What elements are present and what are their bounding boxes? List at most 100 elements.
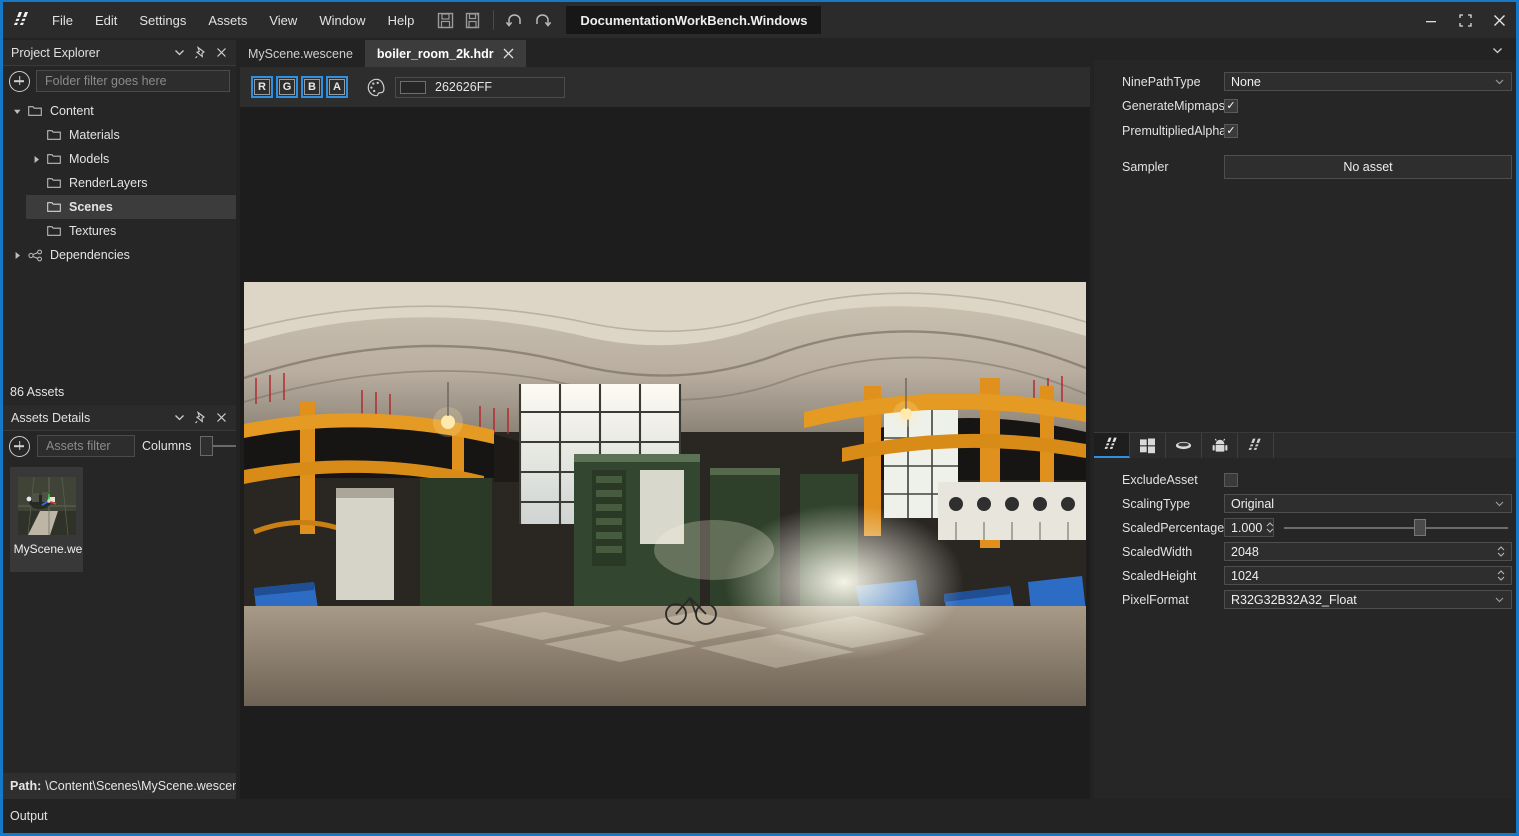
scaledpercentage-slider[interactable] (1284, 518, 1508, 537)
asset-card-myscene[interactable]: MyScene.we (10, 467, 83, 572)
background-color-field[interactable]: 262626FF (395, 77, 565, 98)
property-label: PremultipliedAlpha (1094, 124, 1224, 138)
toolbar-separator (493, 10, 494, 30)
platform-tab-android[interactable] (1202, 433, 1238, 458)
menu-window[interactable]: Window (308, 2, 376, 38)
close-icon[interactable] (503, 48, 514, 59)
menu-view[interactable]: View (258, 2, 308, 38)
scaledheight-input[interactable]: 1024 (1224, 566, 1512, 585)
boiler-room-hdr-panorama (244, 282, 1086, 706)
platform-tab-apple[interactable] (1166, 433, 1202, 458)
folder-icon (44, 219, 64, 243)
property-row-excludeasset: ExcludeAsset (1094, 469, 1516, 490)
folder-icon (25, 99, 45, 123)
tree-item-textures[interactable]: Textures (3, 219, 236, 243)
tree-item-materials[interactable]: Materials (3, 123, 236, 147)
chevron-down-icon[interactable] (1494, 594, 1505, 605)
path-value: \Content\Scenes\MyScene.wescene (45, 779, 236, 793)
pixelformat-combo[interactable]: R32G32B32A32_Float (1224, 590, 1512, 609)
chevron-down-icon[interactable] (1494, 498, 1505, 509)
menu-edit[interactable]: Edit (84, 2, 128, 38)
property-row-ninepathtype: NinePathType None (1094, 71, 1516, 92)
stepper-icon[interactable] (1493, 569, 1505, 582)
platform-tab-windows[interactable] (1130, 433, 1166, 458)
chevron-down-icon[interactable] (170, 409, 188, 427)
channel-toggle-a[interactable]: A (326, 76, 348, 98)
ninepathtype-combo[interactable]: None (1224, 72, 1512, 91)
channel-toggle-b[interactable]: B (301, 76, 323, 98)
tab-boiler-room-hdr[interactable]: boiler_room_2k.hdr (365, 40, 526, 67)
chevron-down-icon[interactable] (9, 99, 25, 123)
platform-tab-custom[interactable] (1238, 433, 1274, 458)
property-row-scalingtype: ScalingType Original (1094, 493, 1516, 514)
tab-myscene[interactable]: MyScene.wescene (236, 40, 365, 67)
slider-handle[interactable] (1414, 519, 1426, 536)
chevron-right-icon[interactable] (28, 147, 44, 171)
close-icon[interactable] (1482, 2, 1516, 38)
dependencies-icon (25, 243, 45, 267)
platform-tab-default[interactable] (1094, 433, 1130, 458)
texture-settings-panel: NinePathType None GenerateMipmaps (1094, 60, 1516, 460)
assets-filter-input[interactable]: Assets filter (37, 435, 135, 457)
redo-icon[interactable] (528, 6, 556, 34)
pin-icon[interactable] (191, 409, 209, 427)
tree-item-content[interactable]: Content (3, 99, 236, 123)
save-icon[interactable] (431, 6, 459, 34)
pin-icon[interactable] (191, 44, 209, 62)
stepper-icon[interactable] (1262, 521, 1274, 534)
tree-item-scenes[interactable]: Scenes (26, 195, 236, 219)
save-as-icon[interactable]: * (459, 6, 487, 34)
menu-help[interactable]: Help (377, 2, 426, 38)
close-icon[interactable] (212, 44, 230, 62)
minimize-icon[interactable] (1414, 2, 1448, 38)
path-bar: Path: \Content\Scenes\MyScene.wescene (3, 773, 236, 799)
tree-item-renderlayers[interactable]: RenderLayers (3, 171, 236, 195)
channel-label: A (329, 79, 345, 95)
property-label: NinePathType (1094, 75, 1224, 89)
channel-toggle-g[interactable]: G (276, 76, 298, 98)
undo-icon[interactable] (500, 6, 528, 34)
color-palette-icon[interactable] (363, 76, 389, 98)
output-label: Output (10, 809, 48, 823)
color-hex-value: 262626FF (435, 80, 492, 94)
project-title: DocumentationWorkBench.Windows (566, 6, 821, 34)
path-label: Path: (10, 779, 41, 793)
scaledpercentage-input[interactable]: 1.000 (1224, 518, 1274, 537)
stepper-icon[interactable] (1493, 545, 1505, 558)
property-row-scaledwidth: ScaledWidth 2048 (1094, 541, 1516, 562)
premultipliedalpha-checkbox[interactable]: ✓ (1224, 124, 1238, 138)
project-explorer-title: Project Explorer (11, 46, 100, 60)
folder-filter-input[interactable]: Folder filter goes here (36, 70, 230, 92)
add-circle-icon[interactable] (9, 436, 30, 457)
slider-track[interactable] (1284, 527, 1508, 529)
color-swatch[interactable] (400, 81, 426, 94)
assets-filter-row: Assets filter Columns (3, 431, 236, 461)
columns-slider-handle[interactable] (200, 436, 213, 456)
menu-settings[interactable]: Settings (128, 2, 197, 38)
tree-item-models[interactable]: Models (3, 147, 236, 171)
menu-assets[interactable]: Assets (197, 2, 258, 38)
maximize-icon[interactable] (1448, 2, 1482, 38)
add-circle-icon[interactable] (9, 71, 30, 92)
channel-label: R (254, 79, 270, 95)
combo-value: Original (1231, 497, 1494, 511)
editor-tabbar: MyScene.wescene boiler_room_2k.hdr (236, 40, 1094, 67)
excludeasset-checkbox[interactable] (1224, 473, 1238, 487)
scalingtype-combo[interactable]: Original (1224, 494, 1512, 513)
texture-viewport[interactable]: Texture2D 2048x1024 px R32G32B32A32Float… (240, 107, 1090, 799)
chevron-down-icon[interactable] (170, 44, 188, 62)
sampler-value: No asset (1343, 160, 1392, 174)
tree-item-dependencies[interactable]: Dependencies (3, 243, 236, 267)
sampler-asset-slot[interactable]: No asset (1224, 155, 1512, 179)
folder-icon (44, 147, 64, 171)
chevron-down-icon[interactable] (1494, 76, 1505, 87)
chevron-down-icon[interactable] (1488, 41, 1506, 59)
property-row-sampler: Sampler No asset (1094, 154, 1516, 180)
chevron-right-icon[interactable] (9, 243, 25, 267)
property-row-premultipliedalpha: PremultipliedAlpha ✓ (1094, 120, 1516, 141)
scaledwidth-input[interactable]: 2048 (1224, 542, 1512, 561)
menu-file[interactable]: File (41, 2, 84, 38)
channel-toggle-r[interactable]: R (251, 76, 273, 98)
generatemipmaps-checkbox[interactable]: ✓ (1224, 99, 1238, 113)
close-icon[interactable] (212, 409, 230, 427)
